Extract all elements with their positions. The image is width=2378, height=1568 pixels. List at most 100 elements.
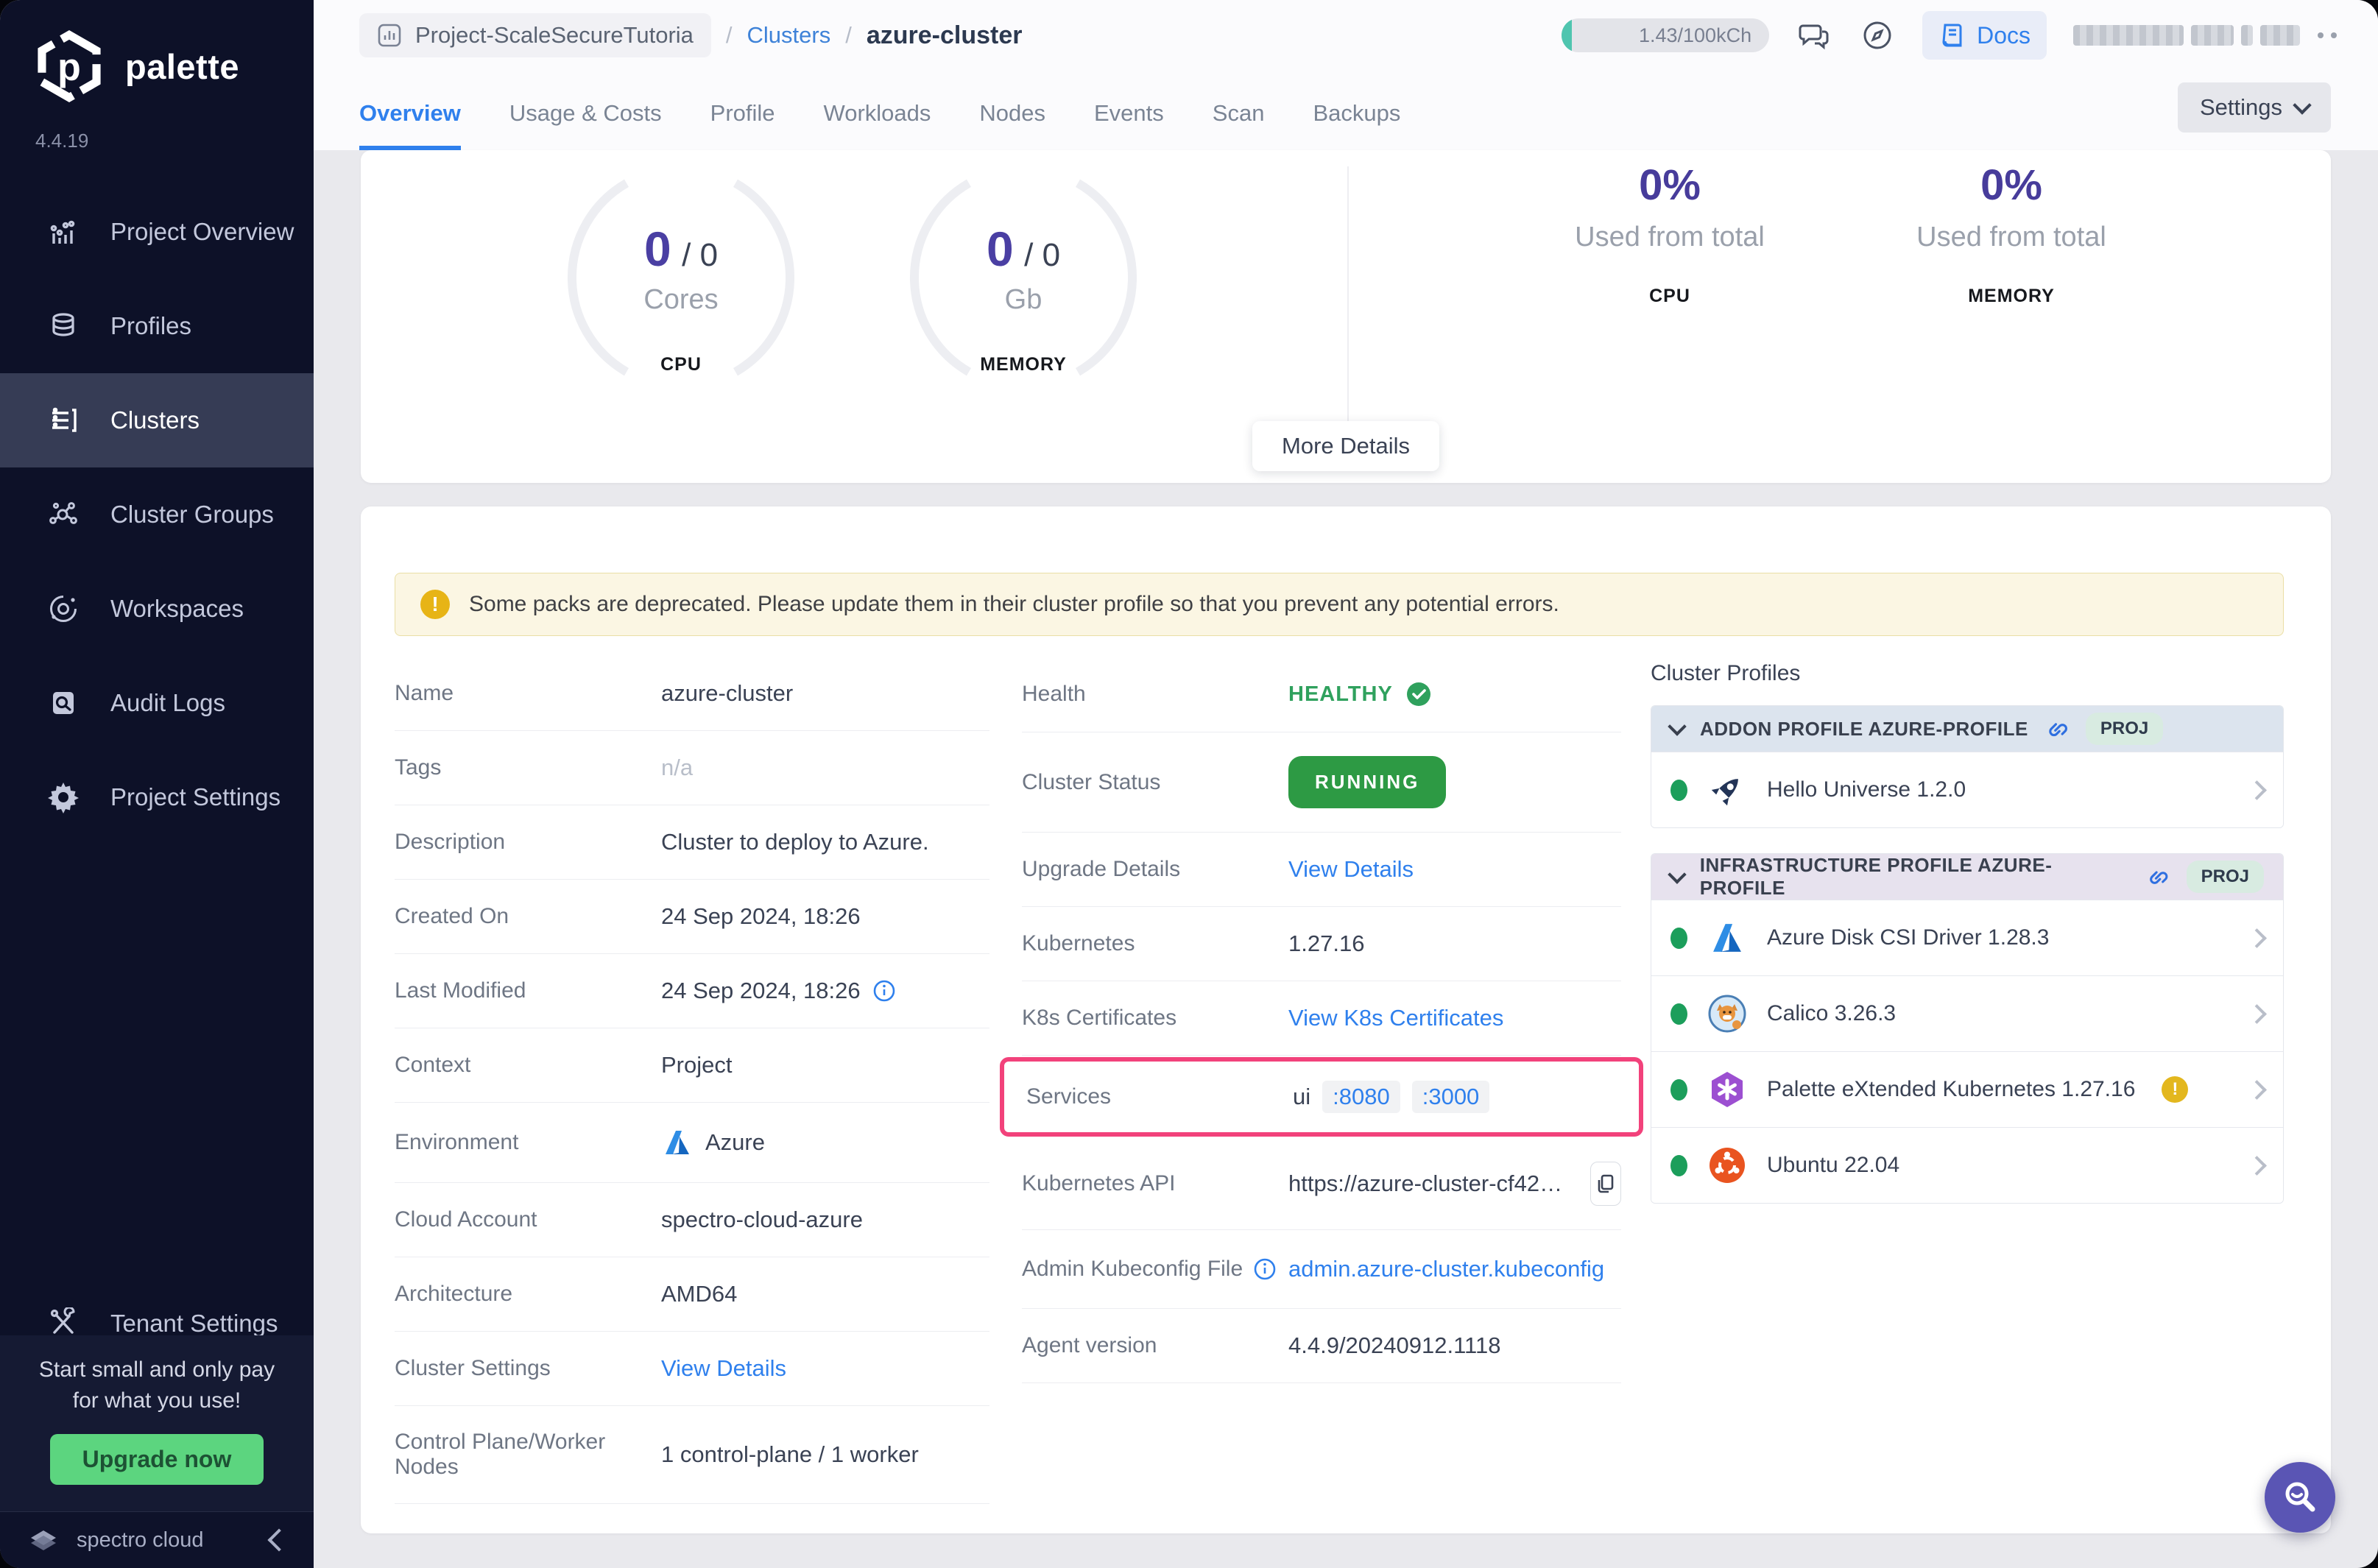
sidebar-item-audit-logs[interactable]: Audit Logs [0, 656, 314, 750]
chevron-right-icon [2247, 780, 2267, 800]
profile-pack-azure-disk-csi[interactable]: Azure Disk CSI Driver 1.28.3 [1651, 900, 2283, 975]
pack-status-dot [1670, 779, 1687, 801]
chevron-right-icon [2247, 1003, 2267, 1024]
details-middle-column: Health HEALTHY Cluster Status RUNNING Up… [1000, 657, 1643, 1504]
settings-button[interactable]: Settings [2177, 82, 2331, 133]
cluster-details-card: ! Some packs are deprecated. Please upda… [361, 506, 2331, 1533]
last-modified-value: 24 Sep 2024, 18:26 [661, 978, 861, 1003]
detail-row-services: Services ui :8080 :3000 [1026, 1062, 1617, 1132]
breadcrumb-separator: / [725, 22, 733, 48]
hello-universe-rocket-icon [1707, 769, 1748, 811]
sidebar-item-label: Audit Logs [110, 689, 225, 716]
detail-row-health: Health HEALTHY [1022, 657, 1621, 732]
pack-warning-icon: ! [2162, 1076, 2189, 1103]
sidebar-item-label: Project Overview [110, 218, 294, 245]
kubeconfig-download-link[interactable]: admin.azure-cluster.kubeconfig [1288, 1254, 1621, 1285]
sidebar-item-project-settings[interactable]: Project Settings [0, 750, 314, 844]
cpu-unit: Cores [643, 284, 719, 315]
detail-row-admin-kubeconfig: Admin Kubeconfig File admin.azure-cluste… [1022, 1230, 1621, 1309]
upgrade-view-details-link[interactable]: View Details [1288, 856, 1621, 883]
pack-status-dot [1670, 1078, 1687, 1101]
usage-quota-pill: 1.43/100kCh [1562, 18, 1770, 52]
collapse-sidebar-icon[interactable] [267, 1528, 291, 1552]
sidebar-item-project-overview[interactable]: Project Overview [0, 185, 314, 279]
profile-pack-calico[interactable]: Calico 3.26.3 [1651, 975, 2283, 1051]
tab-nodes[interactable]: Nodes [979, 100, 1045, 150]
redacted-username-block [2241, 25, 2253, 46]
tab-scan[interactable]: Scan [1213, 100, 1265, 150]
tab-backups[interactable]: Backups [1313, 100, 1400, 150]
pack-name: Azure Disk CSI Driver 1.28.3 [1767, 925, 2050, 950]
copy-button[interactable] [1590, 1162, 1621, 1206]
view-k8s-certificates-link[interactable]: View K8s Certificates [1288, 1005, 1621, 1031]
docs-button[interactable]: Docs [1922, 11, 2047, 60]
project-selector-chip[interactable]: Project-ScaleSecureTutoria [359, 13, 711, 57]
pack-name: Ubuntu 22.04 [1767, 1153, 1900, 1177]
sidebar-item-label: Clusters [110, 406, 200, 434]
sidebar-item-cluster-groups[interactable]: Cluster Groups [0, 467, 314, 562]
profile-pack-palette-extended-kubernetes[interactable]: Palette eXtended Kubernetes 1.27.16 ! [1651, 1051, 2283, 1127]
detail-row-upgrade-details: Upgrade Details View Details [1022, 833, 1621, 907]
server-list-icon [46, 403, 81, 438]
sidebar-item-workspaces[interactable]: Workspaces [0, 562, 314, 656]
magnifier-smile-icon [2285, 1482, 2315, 1512]
breadcrumb: Project-ScaleSecureTutoria / Clusters / … [359, 0, 1023, 71]
addon-profile-header[interactable]: ADDON PROFILE AZURE-PROFILE PROJ [1651, 706, 2283, 752]
svg-text:p: p [57, 46, 81, 88]
chat-icon[interactable] [1796, 17, 1832, 54]
palette-app-window: p palette 4.4.19 Project Overview Profil… [0, 0, 2378, 1568]
main-content: 0 / 0 Cores CPU 0 / 0 Gb MEMORY 0% Used … [314, 150, 2378, 1568]
memory-used-value: 0 [986, 222, 1014, 276]
tab-events[interactable]: Events [1094, 100, 1164, 150]
service-port-link[interactable]: :3000 [1411, 1081, 1490, 1113]
memory-gauge: 0 / 0 Gb MEMORY [909, 163, 1137, 376]
sidebar-item-label: Workspaces [110, 595, 244, 622]
orbit-icon [46, 591, 81, 626]
settings-button-label: Settings [2199, 94, 2282, 120]
gear-icon [46, 780, 81, 815]
infrastructure-profile-header[interactable]: INFRASTRUCTURE PROFILE AZURE-PROFILE PRO… [1651, 854, 2283, 900]
help-search-floating-button[interactable] [2265, 1462, 2335, 1533]
detail-row-cloud-account: Cloud Account spectro-cloud-azure [395, 1183, 989, 1257]
warning-text: Some packs are deprecated. Please update… [469, 592, 1559, 616]
services-highlight-box: Services ui :8080 :3000 [1000, 1057, 1643, 1137]
upgrade-now-button[interactable]: Upgrade now [49, 1434, 264, 1485]
header-actions: 1.43/100kCh Docs [1562, 0, 2337, 71]
tab-usage-costs[interactable]: Usage & Costs [509, 100, 662, 150]
breadcrumb-separator: / [845, 22, 852, 48]
tab-overview[interactable]: Overview [359, 100, 461, 150]
memory-total-value: / 0 [1024, 237, 1061, 273]
compass-icon[interactable] [1859, 17, 1896, 54]
cpu-usage-percent: 0% [1639, 161, 1701, 209]
detail-row-agent-version: Agent version 4.4.9/20240912.1118 [1022, 1309, 1621, 1383]
tab-workloads[interactable]: Workloads [824, 100, 931, 150]
redacted-username-block [2191, 25, 2234, 46]
redacted-username-block [2073, 25, 2184, 46]
cluster-profiles-title: Cluster Profiles [1651, 661, 1801, 685]
sidebar-item-clusters[interactable]: Clusters [0, 373, 314, 467]
cluster-settings-view-details-link[interactable]: View Details [661, 1355, 989, 1382]
breadcrumb-clusters-link[interactable]: Clusters [747, 22, 831, 49]
sidebar-item-label: Project Settings [110, 783, 281, 811]
info-icon[interactable] [872, 979, 896, 1003]
details-left-column: Name azure-cluster Tags n/a Description … [395, 657, 989, 1504]
chevron-right-icon [2247, 1079, 2267, 1100]
layers-icon [46, 308, 81, 344]
sidebar-item-label: Profiles [110, 312, 192, 339]
pack-name: Palette eXtended Kubernetes 1.27.16 [1767, 1077, 2136, 1101]
healthy-check-icon [1406, 682, 1430, 706]
memory-usage-percent: 0% [1980, 161, 2042, 209]
sidebar-footer: spectro cloud [0, 1511, 314, 1568]
sidebar-item-profiles[interactable]: Profiles [0, 279, 314, 373]
service-port-link[interactable]: :8080 [1322, 1081, 1400, 1113]
spectro-cloud-wordmark: spectro cloud [77, 1528, 204, 1552]
vertical-divider [1347, 166, 1349, 425]
top-header: Project-ScaleSecureTutoria / Clusters / … [314, 0, 2378, 150]
account-menu[interactable] [2073, 25, 2337, 46]
book-icon [1942, 24, 1962, 47]
tab-profile[interactable]: Profile [710, 100, 775, 150]
profile-pack-ubuntu[interactable]: Ubuntu 22.04 [1651, 1127, 2283, 1203]
profile-pack-hello-universe[interactable]: Hello Universe 1.2.0 [1651, 752, 2283, 827]
more-details-button[interactable]: More Details [1252, 421, 1439, 471]
info-icon[interactable] [1253, 1257, 1277, 1281]
